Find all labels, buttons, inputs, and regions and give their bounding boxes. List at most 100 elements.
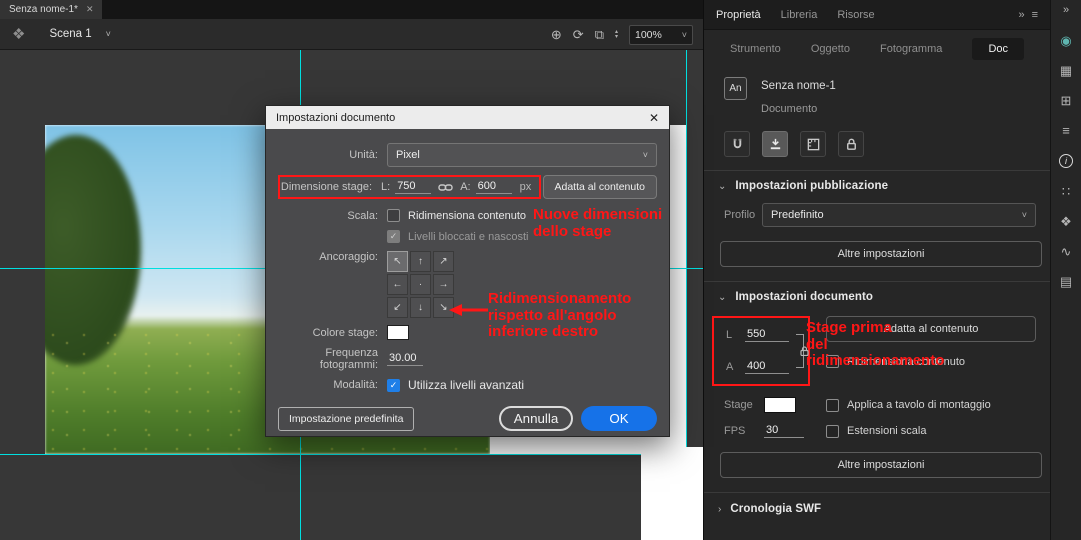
zoom-level-control[interactable]: 100% ˅ <box>629 24 693 45</box>
fit-to-content-button[interactable]: Adatta al contenuto <box>542 175 657 199</box>
center-stage-icon[interactable]: ⊕ <box>551 27 562 43</box>
stage-color-swatch[interactable] <box>387 325 409 340</box>
scene-chevron-down-icon[interactable]: ˅ <box>106 29 111 39</box>
link-lock-icon[interactable] <box>800 346 809 356</box>
apply-to-pasteboard-checkbox[interactable] <box>826 398 839 412</box>
scene-breadcrumb[interactable]: Scena 1 <box>49 28 91 40</box>
advanced-layers-checkbox[interactable]: ✓ <box>387 378 400 392</box>
animate-app-window: Senza nome-1* ✕ ❖ Scena 1 ˅ ⊕ ⟳ ⧉ ▴ ▾ 10… <box>0 0 1081 540</box>
default-settings-button[interactable]: Impostazione predefinita <box>278 406 415 431</box>
dock-components-icon[interactable]: ▤ <box>1060 275 1072 288</box>
subtab-strumento[interactable]: Strumento <box>730 43 781 55</box>
resize-content-checkbox[interactable] <box>387 209 400 222</box>
dock-frames-icon[interactable]: ⊞ <box>1061 94 1072 107</box>
dock-particles-icon[interactable]: ∷ <box>1062 185 1070 198</box>
anchor-grid: ↖ ↑ ↗ ← · → ↙ ↓ ↘ <box>387 251 454 318</box>
dock-info-icon[interactable]: i <box>1059 154 1073 168</box>
anchor-top-left-button[interactable]: ↖ <box>387 251 408 272</box>
anchor-middle-right-button[interactable]: → <box>433 274 454 295</box>
scale-extensions-checkbox[interactable] <box>826 424 839 438</box>
subtab-oggetto[interactable]: Oggetto <box>811 43 850 55</box>
rotation-tool-icon[interactable]: ⟳ <box>573 27 584 43</box>
panel-fps-input[interactable]: 30 <box>764 424 804 438</box>
stage-width-input[interactable]: 750 <box>395 180 432 194</box>
panel-resize-content-label: Ridimensiona contenuto <box>847 355 966 368</box>
dock-align-icon[interactable]: ≡ <box>1062 124 1070 137</box>
panel-stage-color-swatch[interactable] <box>764 397 796 413</box>
dock-graph-icon[interactable]: ∿ <box>1061 245 1072 258</box>
subtab-doc[interactable]: Doc <box>972 37 1024 60</box>
clip-content-icon[interactable]: ⧉ <box>595 27 604 43</box>
panel-resize-content-checkbox[interactable] <box>826 355 839 368</box>
panel-width-input[interactable]: 550 <box>745 328 789 342</box>
zoom-decrease-icon[interactable]: ▾ <box>615 34 618 40</box>
dock-expand-icon[interactable]: » <box>1063 4 1069 17</box>
section-closed-icon[interactable]: › <box>718 504 721 515</box>
section-open-icon[interactable]: ⌄ <box>718 181 726 192</box>
section-open-icon[interactable]: ⌄ <box>718 292 726 303</box>
advanced-layers-label: Utilizza livelli avanzati <box>408 378 525 392</box>
publish-settings-section: ⌄ Impostazioni pubblicazione Profilo Pre… <box>704 170 1050 267</box>
zoom-stepper[interactable]: ▴ ▾ <box>615 29 618 40</box>
scale-label: Scala: <box>347 209 378 222</box>
magnet-icon <box>733 138 741 148</box>
scale-extensions-label: Estensioni scala <box>847 425 927 437</box>
lock-toggle[interactable] <box>838 131 864 157</box>
document-tab[interactable]: Senza nome-1* ✕ <box>0 0 103 19</box>
anchor-bottom-right-button[interactable]: ↘ <box>433 297 454 318</box>
tab-proprieta[interactable]: Proprietà <box>716 9 761 21</box>
edit-symbols-icon[interactable]: ❖ <box>12 25 25 43</box>
document-tab-close-icon[interactable]: ✕ <box>86 4 94 15</box>
panel-dock: » ◉ ▦ ⊞ ≡ i ∷ ❖ ∿ ▤ <box>1050 0 1081 540</box>
locked-hidden-layers-checkbox[interactable]: ✓ <box>387 230 400 243</box>
lock-icon <box>846 138 856 150</box>
profile-dropdown-value: Predefinito <box>771 209 824 221</box>
anchor-bottom-center-button[interactable]: ↓ <box>410 297 431 318</box>
tab-libreria[interactable]: Libreria <box>781 9 818 21</box>
snap-object-icon <box>770 138 780 149</box>
guide-vertical-2[interactable] <box>686 50 687 447</box>
framerate-input[interactable]: 30.00 <box>387 352 423 366</box>
dock-swatches-icon[interactable]: ▦ <box>1060 64 1072 77</box>
panel-collapse-icon[interactable]: » <box>1018 9 1024 21</box>
anchor-bottom-left-button[interactable]: ↙ <box>387 297 408 318</box>
cancel-button[interactable]: Annulla <box>499 406 573 431</box>
anchor-top-right-button[interactable]: ↗ <box>433 251 454 272</box>
panel-height-input[interactable]: 400 <box>745 360 789 374</box>
unit-dropdown[interactable]: Pixel ˅ <box>387 143 657 167</box>
ok-button[interactable]: OK <box>581 406 657 431</box>
zoom-chevron-down-icon[interactable]: ˅ <box>682 30 687 40</box>
profile-label: Profilo <box>724 209 756 221</box>
rulers-grid-toggle[interactable] <box>800 131 826 157</box>
anchor-center-button[interactable]: · <box>410 274 431 295</box>
dock-brush-icon[interactable]: ❖ <box>1060 215 1072 228</box>
magnet-snap-toggle[interactable] <box>724 131 750 157</box>
panel-fit-to-content-button[interactable]: Adatta al contenuto <box>826 316 1036 342</box>
stage-color-label: Colore stage: <box>312 326 378 339</box>
document-tab-label: Senza nome-1* <box>9 4 78 15</box>
link-dimensions-icon[interactable] <box>438 182 453 193</box>
dialog-body: Unità: Pixel ˅ Dimensione stage: L: 750 … <box>266 129 669 441</box>
profile-dropdown[interactable]: Predefinito ˅ <box>762 203 1036 227</box>
publish-section-title: Impostazioni pubblicazione <box>735 180 889 192</box>
tab-risorse[interactable]: Risorse <box>837 9 874 21</box>
document-header: An Senza nome-1 Documento <box>704 67 1050 121</box>
locked-hidden-layers-label: Livelli bloccati e nascosti <box>408 230 529 243</box>
docset-more-settings-button[interactable]: Altre impostazioni <box>720 452 1042 478</box>
subtab-fotogramma[interactable]: Fotogramma <box>880 43 942 55</box>
panel-fps-label: FPS <box>724 425 746 437</box>
panel-menu-icon[interactable]: ≡ <box>1032 9 1038 21</box>
dock-color-icon[interactable]: ◉ <box>1060 34 1071 47</box>
dialog-close-icon[interactable]: ✕ <box>649 111 659 125</box>
publish-more-settings-button[interactable]: Altre impostazioni <box>720 241 1042 267</box>
anchor-top-center-button[interactable]: ↑ <box>410 251 431 272</box>
snap-to-object-toggle[interactable] <box>762 131 788 157</box>
mode-label: Modalità: <box>333 379 378 391</box>
swf-section-header[interactable]: › Cronologia SWF <box>704 493 1050 525</box>
docset-section-header[interactable]: ⌄ Impostazioni documento <box>704 282 1050 312</box>
publish-section-header[interactable]: ⌄ Impostazioni pubblicazione <box>704 171 1050 201</box>
guide-horizontal-2[interactable] <box>0 454 703 455</box>
stage-height-input[interactable]: 600 <box>475 180 512 194</box>
dialog-title-bar[interactable]: Impostazioni documento ✕ <box>266 106 669 129</box>
anchor-middle-left-button[interactable]: ← <box>387 274 408 295</box>
